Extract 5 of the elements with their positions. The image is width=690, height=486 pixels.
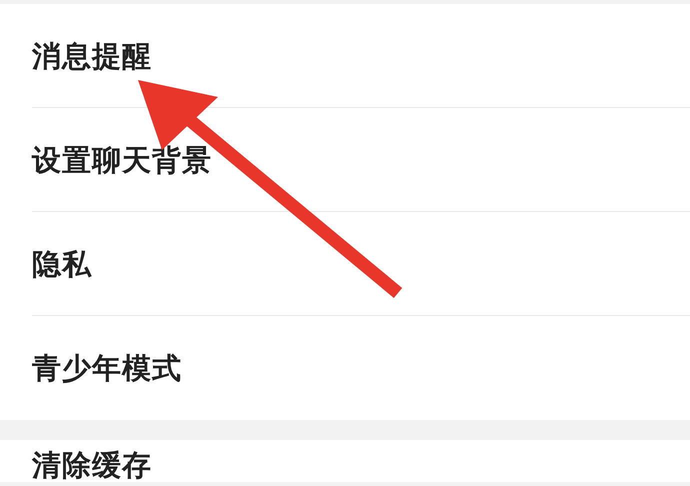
settings-item[interactable]: 隐私 [32, 246, 92, 280]
settings-item[interactable]: 青少年模式 [32, 351, 182, 385]
settings-item[interactable]: 清除缓存 [32, 448, 152, 482]
settings-item[interactable]: 消息提醒 [32, 38, 152, 72]
settings-item[interactable]: 设置聊天背景 [32, 142, 212, 176]
